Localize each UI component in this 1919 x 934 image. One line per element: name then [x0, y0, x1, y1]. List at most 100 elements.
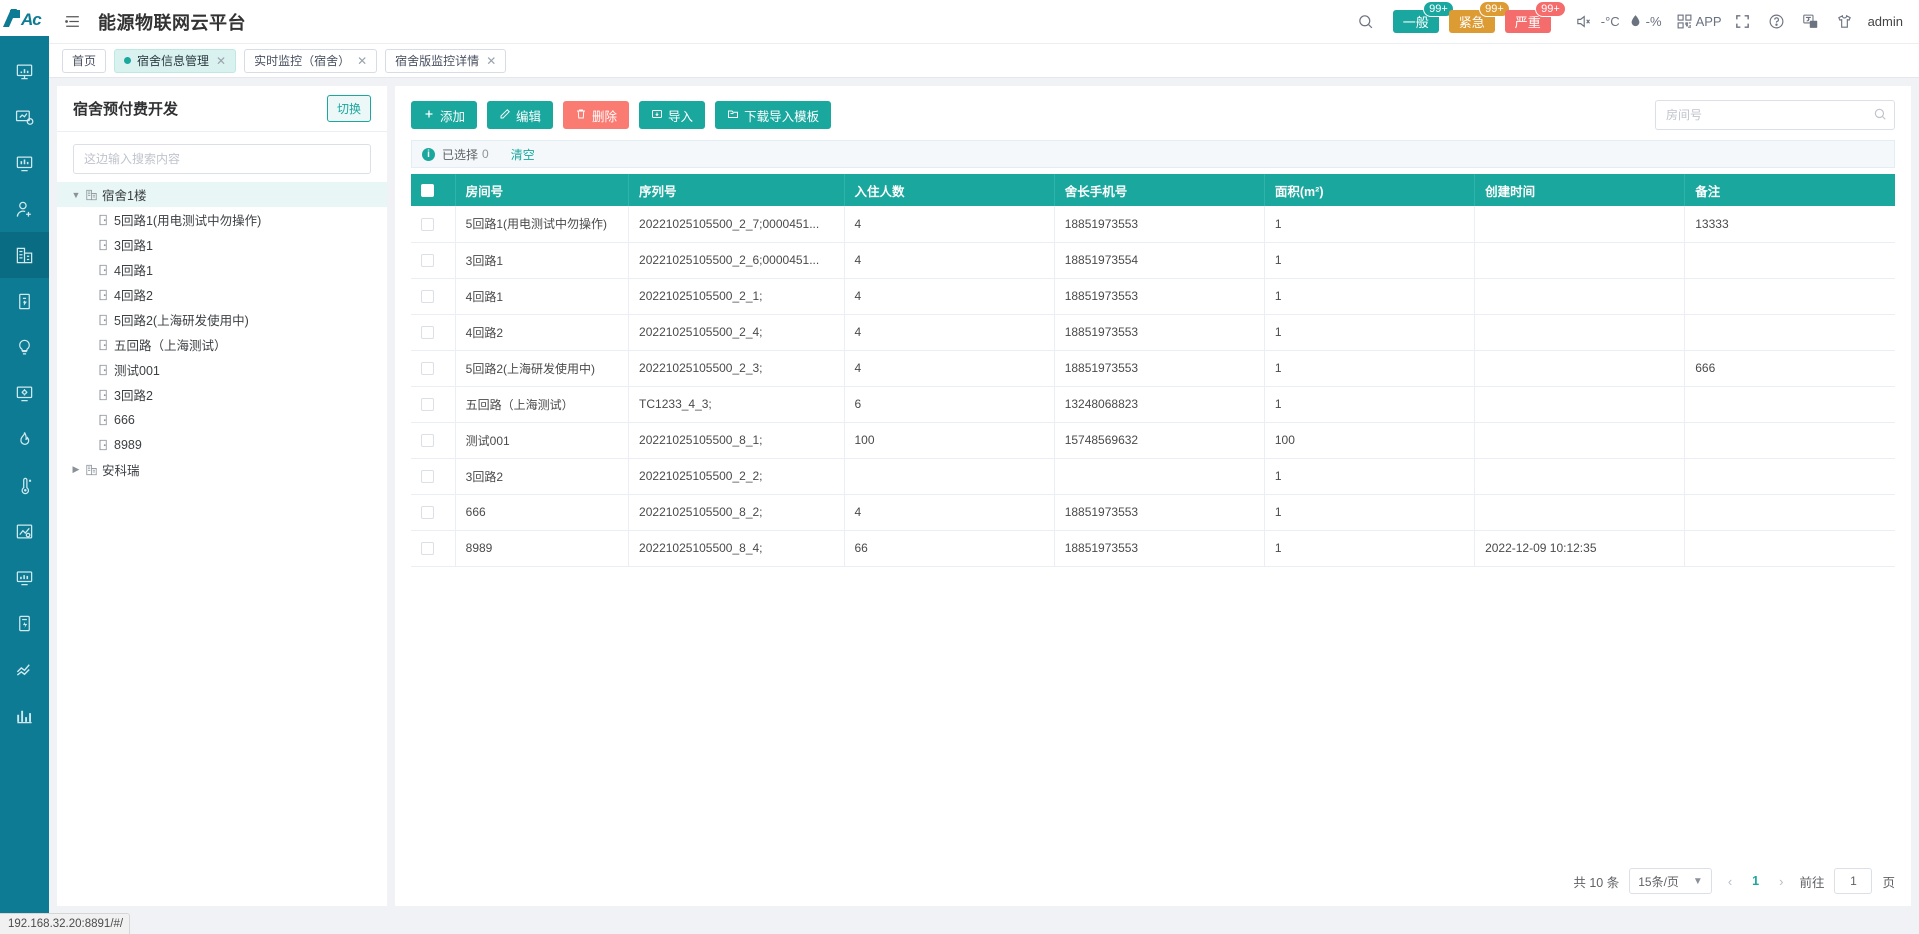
help-icon[interactable]: [1760, 5, 1794, 39]
app-label[interactable]: APP: [1696, 14, 1722, 29]
close-icon[interactable]: ✕: [357, 54, 367, 68]
tree-node-dorm-building-1[interactable]: ▼ 宿舍1楼: [57, 182, 387, 207]
sidebar-item-dorm[interactable]: [0, 232, 49, 278]
row-checkbox-cell[interactable]: [411, 206, 456, 243]
tree-node-3loop1[interactable]: 3回路1: [57, 232, 387, 257]
row-checkbox-cell[interactable]: [411, 386, 456, 423]
delete-button[interactable]: 删除: [563, 101, 630, 129]
goto-page-input[interactable]: [1834, 868, 1873, 894]
row-checkbox-cell[interactable]: [411, 422, 456, 459]
sidebar-item-analysis[interactable]: [0, 94, 49, 140]
sidebar-item-user[interactable]: [0, 186, 49, 232]
close-icon[interactable]: ✕: [216, 54, 226, 68]
row-checkbox[interactable]: [421, 254, 434, 268]
tab-home[interactable]: 首页: [62, 48, 107, 73]
tree-search-input[interactable]: [73, 144, 371, 174]
table-row[interactable]: 五回路（上海测试） TC1233_4_3; 6 13248068823 1: [411, 386, 1895, 423]
col-phone[interactable]: 舍长手机号: [1054, 174, 1265, 206]
tree-node-5loop1[interactable]: 5回路1(用电测试中勿操作): [57, 207, 387, 232]
page-size-select[interactable]: 15条/页 ▼: [1629, 868, 1712, 894]
sidebar-item-device[interactable]: [0, 278, 49, 324]
chevron-right-icon[interactable]: ▶: [69, 464, 83, 475]
table-row[interactable]: 测试001 20221025105500_8_1; 100 1574856963…: [411, 422, 1895, 459]
row-checkbox-cell[interactable]: [411, 530, 456, 567]
sidebar-item-temperature[interactable]: [0, 462, 49, 508]
sidebar-item-fire[interactable]: [0, 416, 49, 462]
tree-node-4loop2[interactable]: 4回路2: [57, 282, 387, 307]
sidebar-item-report[interactable]: [0, 140, 49, 186]
row-checkbox-cell[interactable]: [411, 242, 456, 279]
row-checkbox[interactable]: [421, 362, 434, 376]
row-checkbox[interactable]: [421, 434, 434, 448]
row-checkbox[interactable]: [421, 398, 434, 412]
select-all-header[interactable]: [411, 174, 456, 206]
fullscreen-icon[interactable]: [1726, 5, 1760, 39]
language-icon[interactable]: A: [1794, 5, 1828, 39]
col-room[interactable]: 房间号: [455, 174, 630, 206]
shirt-icon[interactable]: [1828, 5, 1862, 39]
hamburger-icon[interactable]: [62, 12, 82, 32]
table-row[interactable]: 8989 20221025105500_8_4; 66 18851973553 …: [411, 530, 1895, 567]
col-serial[interactable]: 序列号: [628, 174, 845, 206]
tab-dorm-monitor-detail[interactable]: 宿舍版监控详情 ✕: [385, 48, 507, 73]
edit-button[interactable]: 编辑: [487, 101, 554, 129]
alarm-normal-button[interactable]: 一般 99+: [1392, 1, 1454, 33]
tree-node-666[interactable]: 666: [57, 407, 387, 432]
switch-button[interactable]: 切换: [326, 95, 371, 122]
row-checkbox[interactable]: [421, 470, 434, 484]
table-row[interactable]: 5回路2(上海研发使用中) 20221025105500_2_3; 4 1885…: [411, 350, 1895, 387]
tree-node-8989[interactable]: 8989: [57, 432, 387, 457]
col-created[interactable]: 创建时间: [1474, 174, 1686, 206]
row-checkbox-cell[interactable]: [411, 458, 456, 495]
alarm-severe-button[interactable]: 严重 99+: [1504, 1, 1566, 33]
select-all-checkbox[interactable]: [421, 184, 434, 198]
tree-node-5loop2[interactable]: 5回路2(上海研发使用中): [57, 307, 387, 332]
alarm-urgent-button[interactable]: 紧急 99+: [1448, 1, 1510, 33]
tab-realtime-monitor[interactable]: 实时监控（宿舍） ✕: [244, 48, 378, 73]
download-template-button[interactable]: 下载导入模板: [715, 101, 832, 129]
col-remark[interactable]: 备注: [1684, 174, 1895, 206]
table-row[interactable]: 4回路1 20221025105500_2_1; 4 18851973553 1: [411, 278, 1895, 315]
table-row[interactable]: 4回路2 20221025105500_2_4; 4 18851973553 1: [411, 314, 1895, 351]
sidebar-item-trend[interactable]: [0, 646, 49, 692]
tree-node-test001[interactable]: 测试001: [57, 357, 387, 382]
sidebar-item-meter[interactable]: [0, 554, 49, 600]
row-checkbox[interactable]: [421, 506, 434, 520]
close-icon[interactable]: ✕: [486, 54, 496, 68]
chevron-down-icon[interactable]: ▼: [69, 190, 83, 200]
row-checkbox-cell[interactable]: [411, 278, 456, 315]
table-row[interactable]: 666 20221025105500_8_2; 4 18851973553 1: [411, 494, 1895, 531]
tree-node-4loop1[interactable]: 4回路1: [57, 257, 387, 282]
mute-icon[interactable]: [1567, 5, 1601, 39]
page-number-1[interactable]: 1: [1748, 874, 1763, 888]
row-checkbox[interactable]: [421, 217, 434, 231]
table-row[interactable]: 3回路2 20221025105500_2_2; 1: [411, 458, 1895, 495]
sidebar-item-settings[interactable]: [0, 370, 49, 416]
row-checkbox[interactable]: [421, 290, 434, 304]
prev-page-button[interactable]: ‹: [1722, 874, 1738, 889]
sidebar-item-energy-chart[interactable]: [0, 508, 49, 554]
username-label[interactable]: admin: [1868, 14, 1903, 29]
table-row[interactable]: 5回路1(用电测试中勿操作) 20221025105500_2_7;000045…: [411, 206, 1895, 243]
col-people[interactable]: 入住人数: [844, 174, 1055, 206]
row-checkbox[interactable]: [421, 326, 434, 340]
add-button[interactable]: 添加: [411, 101, 478, 129]
room-search-input[interactable]: [1655, 100, 1895, 130]
sidebar-item-monitor[interactable]: [0, 48, 49, 94]
tree-node-3loop2[interactable]: 3回路2: [57, 382, 387, 407]
tree-node-acrel[interactable]: ▶ 安科瑞: [57, 457, 387, 482]
row-checkbox-cell[interactable]: [411, 350, 456, 387]
sidebar-item-lamp[interactable]: [0, 324, 49, 370]
tab-dorm-info[interactable]: 宿舍信息管理 ✕: [114, 48, 237, 73]
search-icon[interactable]: [1873, 107, 1887, 126]
row-checkbox[interactable]: [421, 542, 434, 556]
import-button[interactable]: 导入: [639, 101, 706, 129]
tree-node-wuhuilu[interactable]: 五回路（上海测试）: [57, 332, 387, 357]
row-checkbox-cell[interactable]: [411, 314, 456, 351]
clear-selection-button[interactable]: 清空: [511, 146, 535, 163]
table-row[interactable]: 3回路1 20221025105500_2_6;0000451... 4 188…: [411, 242, 1895, 279]
next-page-button[interactable]: ›: [1773, 874, 1789, 889]
sidebar-item-battery[interactable]: [0, 600, 49, 646]
sidebar-item-statistics[interactable]: [0, 692, 49, 738]
col-area[interactable]: 面积(m²): [1264, 174, 1476, 206]
